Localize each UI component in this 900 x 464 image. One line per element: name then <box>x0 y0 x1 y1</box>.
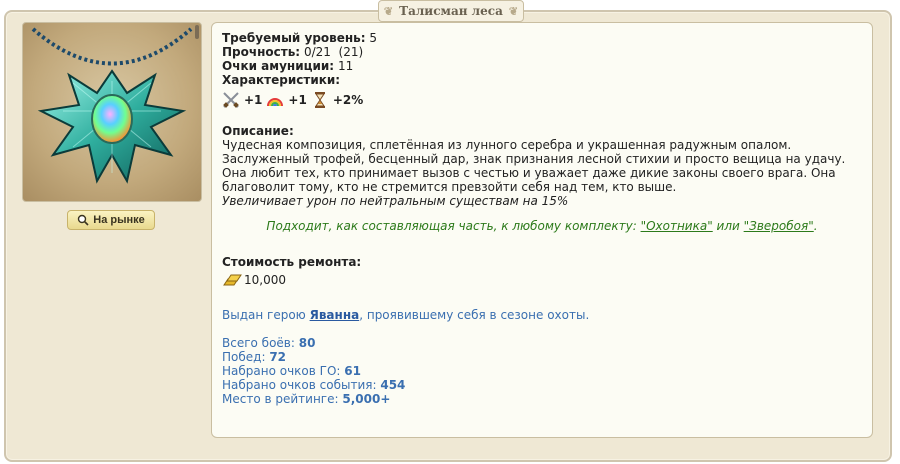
repair-cost: 10,000 <box>222 271 862 289</box>
maple-leaf-pendant-opal-icon <box>31 27 193 184</box>
stat-wins: Побед: 72 <box>222 350 287 364</box>
description-text: Чудесная композиция, сплетённая из лунно… <box>222 138 846 194</box>
bonus-attack-value: +1 <box>244 93 263 107</box>
characteristics-label: Характеристики: <box>222 73 341 87</box>
repair-cost-value: 10,000 <box>244 273 286 287</box>
stat-rating-place: Место в рейтинге: 5,000+ <box>222 392 391 406</box>
image-scroll-marker <box>195 25 199 39</box>
set-link-beastslayer[interactable]: "Зверобоя" <box>744 219 814 233</box>
ornament-left-icon: ❦ <box>383 5 394 18</box>
bonus-list: +1 +1 +2% <box>222 90 862 110</box>
set-link-hunter[interactable]: "Охотника" <box>641 219 713 233</box>
durability: Прочность: 0/21 (21) <box>222 45 364 59</box>
item-image <box>22 22 202 202</box>
award-line: Выдан герою Яванна, проявившему себя в с… <box>222 308 590 322</box>
window-title-plate: ❦ Талисман леса ❦ <box>378 0 524 22</box>
bonus-initiative-value: +2% <box>332 93 364 107</box>
season-stats: Всего боёв: 80 Побед: 72 Набрано очков Г… <box>222 336 862 406</box>
stat-go-points: Набрано очков ГО: 61 <box>222 364 361 378</box>
ornament-right-icon: ❦ <box>508 5 519 18</box>
magnifier-icon <box>77 214 89 226</box>
gold-bars-icon <box>222 271 242 289</box>
crossed-swords-icon <box>222 91 240 109</box>
window-title: Талисман леса <box>399 4 503 18</box>
market-button-label: На рынке <box>93 214 145 226</box>
item-info-panel: Требуемый уровень: 5 Прочность: 0/21 (21… <box>211 22 873 438</box>
rainbow-icon <box>266 91 284 109</box>
hero-link[interactable]: Яванна <box>310 308 360 322</box>
ammo-points: Очки амуниции: 11 <box>222 59 354 73</box>
set-compatibility: Подходит, как составляющая часть, к любо… <box>266 219 818 233</box>
description-label: Описание: <box>222 124 294 138</box>
market-button[interactable]: На рынке <box>67 210 155 230</box>
stat-event-points: Набрано очков события: 454 <box>222 378 406 392</box>
required-level: Требуемый уровень: 5 <box>222 31 378 45</box>
effect-text: Увеличивает урон по нейтральным существа… <box>222 194 569 208</box>
hourglass-icon <box>311 91 329 109</box>
repair-cost-label: Стоимость ремонта: <box>222 255 362 269</box>
bonus-luck-value: +1 <box>288 93 307 107</box>
stat-total-battles: Всего боёв: 80 <box>222 336 316 350</box>
